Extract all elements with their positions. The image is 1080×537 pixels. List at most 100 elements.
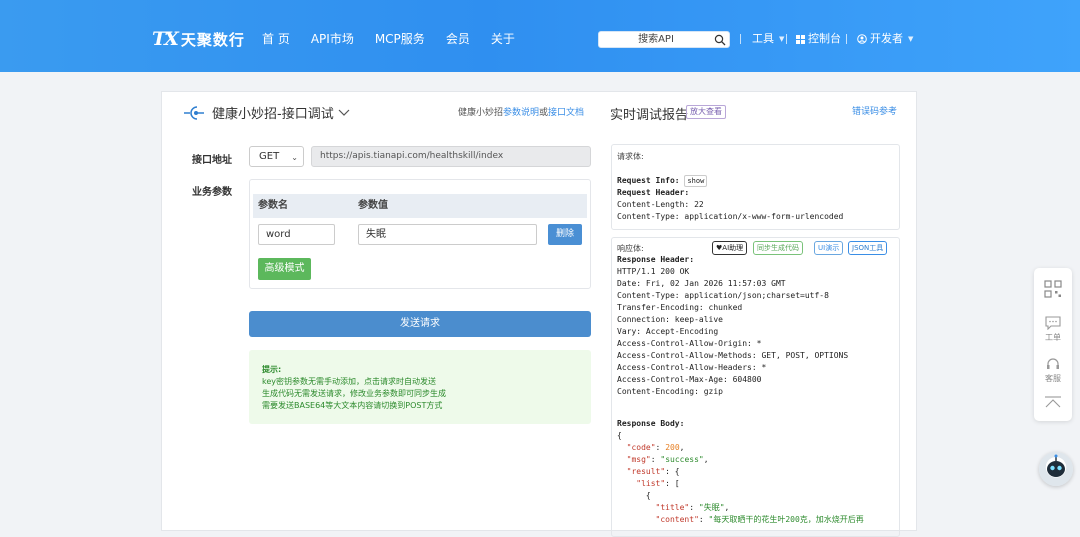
resp-header-line: Connection: keep-alive <box>617 315 723 324</box>
tools-menu[interactable]: 工具 ▼ <box>752 31 784 47</box>
chevron-down-icon[interactable] <box>338 108 350 118</box>
json-line: "title": "失眠", <box>655 503 730 512</box>
user-icon <box>857 34 867 44</box>
search-icon[interactable] <box>714 34 726 46</box>
tips-line: 生成代码无需发送请求，修改业务参数即可同步生成 <box>262 389 446 398</box>
report-title: 实时调试报告 <box>610 108 689 123</box>
ui-demo-button[interactable]: UI演示 <box>814 241 844 255</box>
json-line: "list": [ <box>636 479 680 488</box>
tips-line: key密钥参数无需手动添加，点击请求时自动发送 <box>262 377 437 386</box>
ticket-button[interactable]: 工单 <box>1034 316 1072 343</box>
col-param-value: 参数值 <box>358 200 388 211</box>
console-label: 控制台 <box>808 32 841 45</box>
tools-label: 工具 <box>752 32 774 45</box>
request-label: 请求体: <box>617 152 644 161</box>
main-nav: 首 页 API市场 MCP服务 会员 关于 <box>262 30 536 48</box>
response-label: 响应体: <box>617 244 644 253</box>
param-value-input[interactable]: 失眠 <box>358 224 537 245</box>
method-value: GET <box>259 151 280 162</box>
req-header-line: Content-Length: 22 <box>617 200 704 209</box>
resp-header-line: Content-Type: application/json;charset=u… <box>617 291 829 300</box>
json-line: "result": { <box>626 467 680 476</box>
tips-title: 提示: <box>262 365 282 374</box>
json-tool-button[interactable]: JSON工具 <box>848 241 888 255</box>
resp-header-line: Access-Control-Allow-Origin: * <box>617 339 762 348</box>
service-label: 客服 <box>1045 374 1061 383</box>
json-line: "msg": "success", <box>626 455 709 464</box>
params-table-header: 参数名 参数值 <box>253 194 587 218</box>
gen-code-button[interactable]: 同步生成代码 <box>753 241 803 255</box>
resp-header-line: Access-Control-Max-Age: 604800 <box>617 375 762 384</box>
show-button[interactable]: show <box>684 175 708 187</box>
chat-icon <box>1045 316 1061 331</box>
col-param-name: 参数名 <box>258 200 288 211</box>
site-logo[interactable]: TX 天聚数行 <box>152 28 245 50</box>
api-title[interactable]: 健康小妙招-接口调试 <box>184 103 350 122</box>
method-select[interactable]: GET ⌄ <box>249 146 304 167</box>
params-label: 业务参数 <box>192 187 232 198</box>
tips-box: 提示: key密钥参数无需手动添加，点击请求时自动发送 生成代码无需发送请求，修… <box>249 350 591 424</box>
param-name-input[interactable]: word <box>258 224 335 245</box>
req-header-key: Request Header: <box>617 188 690 197</box>
search-input[interactable]: 搜索API <box>598 31 730 48</box>
error-code-link[interactable]: 错误码参考 <box>852 104 897 117</box>
delete-param-button[interactable]: 删除 <box>548 224 582 245</box>
nav-mcp[interactable]: MCP服务 <box>375 30 425 48</box>
resp-header-line: Transfer-Encoding: chunked <box>617 303 743 312</box>
resp-header-line: HTTP/1.1 200 OK <box>617 267 690 276</box>
nav-member[interactable]: 会员 <box>446 30 470 48</box>
url-field: https://apis.tianapi.com/healthskill/ind… <box>311 146 591 167</box>
req-header-line: Content-Type: application/x-www-form-url… <box>617 212 844 221</box>
resp-header-key: Response Header: <box>617 255 695 264</box>
api-title-text: 健康小妙招-接口调试 <box>212 107 334 122</box>
console-link[interactable]: 控制台 <box>796 31 841 47</box>
resp-header-line: Vary: Accept-Encoding <box>617 327 719 336</box>
qrcode-button[interactable] <box>1034 280 1072 300</box>
headset-icon <box>1047 358 1059 369</box>
json-line: "code": 200, <box>626 443 685 452</box>
api-doc-link[interactable]: 接口文档 <box>548 108 584 118</box>
request-lines: Request Info: show Request Header: Content… <box>617 175 843 223</box>
ai-assistant-label: AI助理 <box>722 244 744 252</box>
header-divider <box>740 34 741 44</box>
json-line: { <box>617 431 622 440</box>
send-request-button[interactable]: 发送请求 <box>249 311 591 337</box>
response-json: Response Body: { "code": 200, "msg": "suc… <box>617 418 864 526</box>
arrow-up-icon <box>1045 396 1061 408</box>
api-plug-icon <box>184 105 204 120</box>
ai-assistant-button[interactable]: ♥AI助理 <box>712 241 748 255</box>
developer-menu[interactable]: 开发者 ▼ <box>857 31 913 47</box>
json-line: { <box>617 491 651 500</box>
chevron-down-icon: ▼ <box>908 35 914 43</box>
header-divider <box>846 34 847 44</box>
side-toolbar: 工单 客服 <box>1034 268 1072 421</box>
developer-label: 开发者 <box>870 32 903 45</box>
resp-header-line: Date: Fri, 02 Jan 2026 11:57:03 GMT <box>617 279 786 288</box>
zoom-view-button[interactable]: 放大查看 <box>686 105 726 119</box>
resp-body-key: Response Body: <box>617 419 685 428</box>
doc-prefix: 健康小妙招 <box>458 108 504 118</box>
logo-mark: TX <box>152 28 179 50</box>
nav-api-market[interactable]: API市场 <box>311 30 354 48</box>
response-header-lines: Response Header: HTTP/1.1 200 OK Date: Fri… <box>617 254 848 398</box>
tips-line: 需要发送BASE64等大文本内容请切换到POST方式 <box>262 401 443 410</box>
qrcode-icon <box>1044 280 1062 298</box>
search-placeholder: 搜索API <box>638 34 674 45</box>
back-to-top-button[interactable] <box>1034 396 1072 410</box>
header-divider <box>786 34 787 44</box>
address-label: 接口地址 <box>192 155 232 166</box>
resp-header-line: Access-Control-Allow-Headers: * <box>617 363 767 372</box>
customer-service-button[interactable]: 客服 <box>1034 357 1072 384</box>
nav-home[interactable]: 首 页 <box>262 30 290 48</box>
advanced-mode-button[interactable]: 高级模式 <box>258 258 311 280</box>
resp-header-line: Content-Encoding: gzip <box>617 387 723 396</box>
robot-face-icon <box>1047 454 1065 477</box>
assistant-robot-icon[interactable] <box>1039 452 1073 486</box>
nav-about[interactable]: 关于 <box>491 30 515 48</box>
logo-name: 天聚数行 <box>180 30 245 49</box>
doc-links: 健康小妙招参数说明或接口文档 <box>458 105 584 118</box>
chevron-down-icon: ⌄ <box>291 153 298 162</box>
json-line: "content": "每天取晒干的花生叶200克，加水烧开后再 <box>655 515 864 524</box>
param-doc-link[interactable]: 参数说明 <box>503 108 539 118</box>
resp-header-line: Access-Control-Allow-Methods: GET, POST,… <box>617 351 849 360</box>
